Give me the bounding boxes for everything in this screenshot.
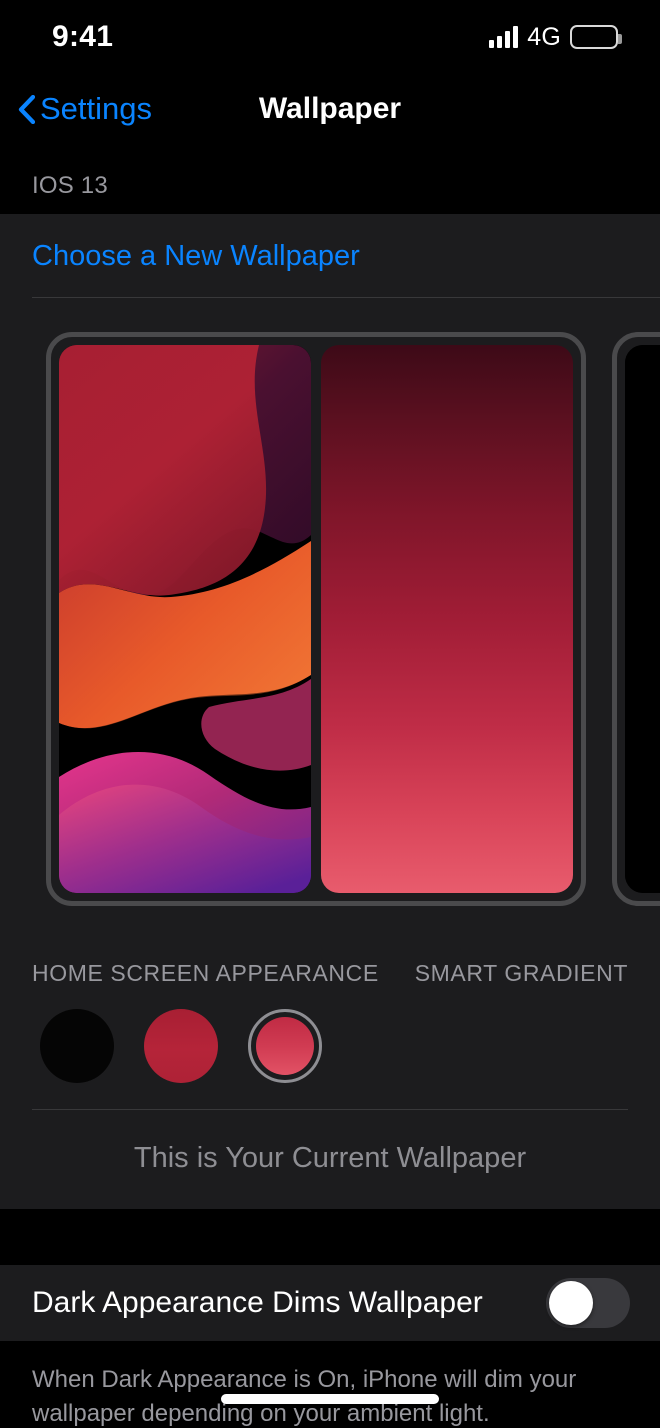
back-button[interactable]: Settings xyxy=(0,91,152,127)
signal-bars-icon xyxy=(489,26,519,48)
choose-new-wallpaper-button[interactable]: Choose a New Wallpaper xyxy=(0,214,660,297)
back-button-label: Settings xyxy=(40,91,153,126)
dark-appearance-toggle[interactable] xyxy=(546,1278,630,1328)
home-indicator[interactable] xyxy=(221,1394,439,1404)
navigation-bar: Settings Wallpaper xyxy=(0,74,660,144)
toggle-knob xyxy=(549,1281,593,1325)
lock-screen-preview[interactable] xyxy=(59,345,311,893)
solid-color-swatch[interactable] xyxy=(144,1009,218,1083)
home-screen-preview[interactable] xyxy=(321,345,573,893)
home-screen-appearance-label: HOME SCREEN APPEARANCE xyxy=(32,960,379,986)
status-bar-clock: 9:41 xyxy=(52,20,114,53)
image-swatch[interactable] xyxy=(352,1009,426,1083)
chevron-left-icon xyxy=(18,94,35,124)
wallpaper-preview-carousel[interactable] xyxy=(0,298,660,934)
status-bar-indicators: 4G xyxy=(489,22,622,52)
status-bar: 9:41 4G xyxy=(0,0,660,74)
next-wallpaper-preview[interactable] xyxy=(625,345,660,893)
battery-icon xyxy=(570,25,622,49)
smart-gradient-label: SMART GRADIENT xyxy=(414,960,628,986)
next-wallpaper-card[interactable] xyxy=(612,332,660,906)
wallpaper-artwork xyxy=(59,345,311,893)
appearance-swatches xyxy=(0,987,660,1109)
wallpaper-settings-screen: 9:41 4G Settings Wallpaper IOS 13 Choose… xyxy=(0,0,660,1428)
wallpaper-card: Choose a New Wallpaper HOME SCREEN APPEA… xyxy=(0,214,660,1209)
dark-appearance-row[interactable]: Dark Appearance Dims Wallpaper xyxy=(0,1265,660,1341)
section-gap xyxy=(0,1209,660,1265)
dark-appearance-label: Dark Appearance Dims Wallpaper xyxy=(32,1286,483,1319)
section-header-os: IOS 13 xyxy=(0,144,660,214)
dark-appearance-footer: When Dark Appearance is On, iPhone will … xyxy=(0,1341,660,1428)
current-wallpaper-frame xyxy=(46,332,586,906)
dark-swatch[interactable] xyxy=(40,1009,114,1083)
network-type-label: 4G xyxy=(527,22,561,51)
gradient-swatch[interactable] xyxy=(248,1009,322,1083)
appearance-labels: HOME SCREEN APPEARANCE SMART GRADIENT xyxy=(0,934,660,987)
dark-appearance-card: Dark Appearance Dims Wallpaper xyxy=(0,1265,660,1341)
current-wallpaper-caption: This is Your Current Wallpaper xyxy=(133,1142,527,1174)
current-wallpaper-caption-wrap: This is Your Current Wallpaper xyxy=(0,1110,660,1209)
